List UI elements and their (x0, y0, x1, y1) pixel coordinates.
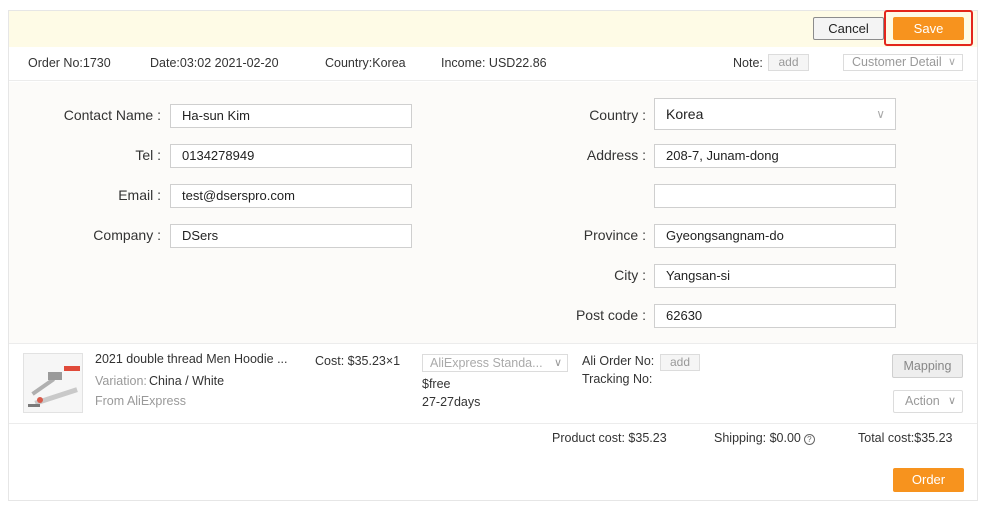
shipping-total: Shipping: $0.00? (714, 431, 815, 445)
country-select[interactable]: Korea ∨ (654, 98, 896, 130)
shipping-price: $free (422, 377, 451, 391)
shipping-days: 27-27days (422, 395, 481, 409)
chevron-down-icon: ∨ (947, 56, 956, 68)
product-source: From AliExpress (95, 394, 186, 408)
country-value: Korea (666, 106, 704, 122)
variation-value: China / White (149, 374, 225, 388)
tel-label: Tel : (135, 147, 161, 163)
email-label: Email : (118, 187, 161, 203)
province-field[interactable]: Gyeongsangnam-do (654, 224, 896, 248)
grand-total: Total cost:$35.23 (858, 431, 953, 445)
address-line2-field[interactable] (654, 184, 896, 208)
tracking-label: Tracking No: (582, 372, 653, 386)
chevron-down-icon: ∨ (947, 395, 956, 407)
contact-name-label: Contact Name : (63, 107, 161, 123)
note-add-button[interactable]: add (768, 54, 809, 71)
company-label: Company : (93, 227, 161, 243)
product-image[interactable] (23, 353, 83, 413)
city-field[interactable]: Yangsan-si (654, 264, 896, 288)
ali-order-label: Ali Order No: (582, 354, 655, 368)
shipping-total-value: Shipping: $0.00 (714, 431, 801, 445)
shipping-method-select[interactable]: AliExpress Standa... ∨ (422, 354, 568, 372)
postcode-label: Post code : (575, 307, 646, 323)
product-cost-total: Product cost: $35.23 (552, 431, 667, 445)
shipping-method-value: AliExpress Standa... (430, 356, 543, 370)
action-label: Action (905, 394, 940, 408)
order-number: Order No:1730 (28, 56, 111, 70)
company-field[interactable]: DSers (170, 224, 412, 248)
product-row: 2021 double thread Men Hoodie ... Variat… (9, 345, 977, 424)
order-info-bar: Order No:1730 Date:03:02 2021-02-20 Coun… (9, 47, 977, 81)
action-bar: Cancel Save (9, 10, 977, 47)
variation-label: Variation: (95, 374, 147, 388)
order-date: Date:03:02 2021-02-20 (150, 56, 279, 70)
customer-detail-label: Customer Detail (852, 55, 942, 69)
product-thumbnail-graphic (24, 354, 82, 412)
order-edit-panel: Cancel Save Order No:1730 Date:03:02 202… (8, 10, 978, 501)
shipping-address-form: Contact Name : Ha-sun Kim Tel : 01342789… (9, 82, 977, 344)
postcode-field[interactable]: 62630 (654, 304, 896, 328)
province-label: Province : (583, 227, 646, 243)
cancel-button[interactable]: Cancel (813, 17, 884, 40)
order-income: Income: USD22.86 (441, 56, 547, 70)
ali-order-add-button[interactable]: add (660, 354, 700, 371)
contact-name-field[interactable]: Ha-sun Kim (170, 104, 412, 128)
email-field[interactable]: test@dserspro.com (170, 184, 412, 208)
order-country: Country:Korea (325, 56, 406, 70)
chevron-down-icon: ∨ (553, 357, 562, 369)
tel-field[interactable]: 0134278949 (170, 144, 412, 168)
save-button[interactable]: Save (893, 17, 964, 40)
product-title[interactable]: 2021 double thread Men Hoodie ... (95, 352, 288, 366)
order-button[interactable]: Order (893, 468, 964, 492)
chevron-down-icon: ∨ (876, 107, 885, 121)
action-dropdown[interactable]: Action ∨ (893, 390, 963, 413)
note-label: Note: (733, 56, 763, 70)
product-cost: Cost: $35.23×1 (315, 354, 401, 368)
city-label: City : (614, 267, 646, 283)
question-circle-icon[interactable]: ? (803, 434, 815, 445)
country-label: Country : (589, 107, 646, 123)
customer-detail-dropdown[interactable]: Customer Detail ∨ (843, 54, 963, 71)
address-line1-field[interactable]: 208-7, Junam-dong (654, 144, 896, 168)
address-label: Address : (586, 147, 646, 163)
order-totals: Product cost: $35.23 Shipping: $0.00? To… (9, 425, 977, 501)
mapping-button[interactable]: Mapping (892, 354, 963, 378)
